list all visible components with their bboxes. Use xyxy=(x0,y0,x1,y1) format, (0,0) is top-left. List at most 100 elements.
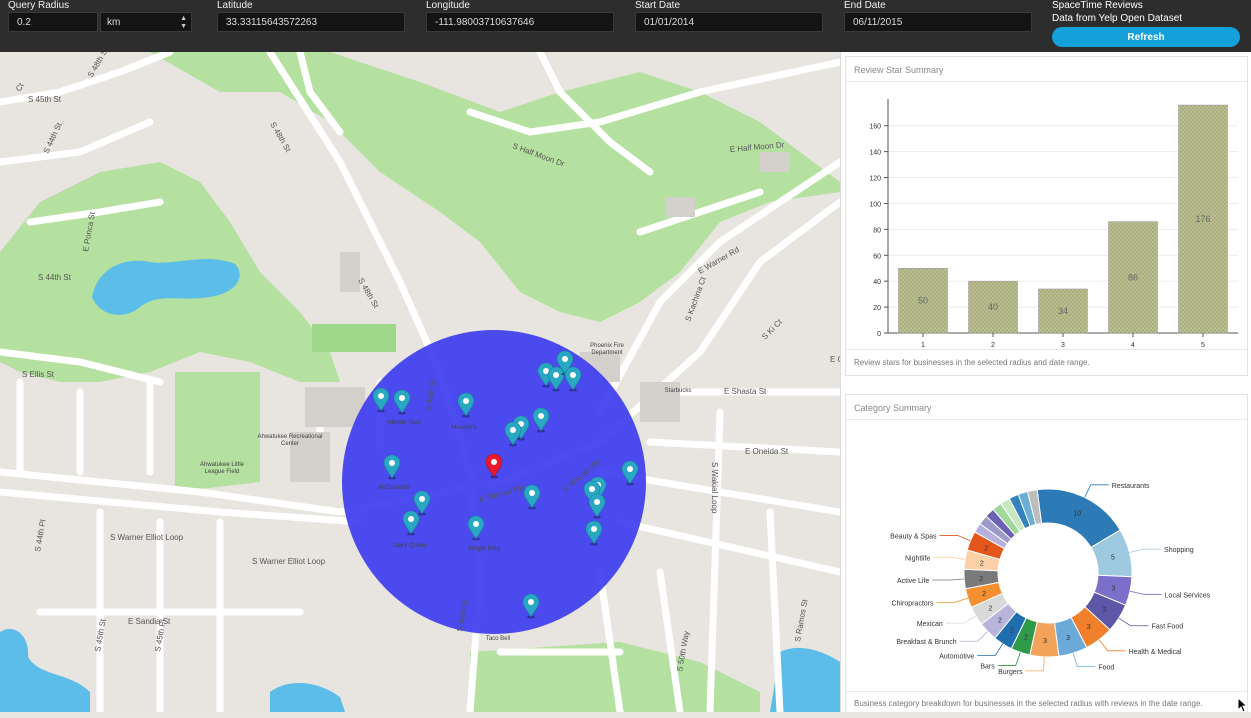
slice-leader-line xyxy=(933,556,966,560)
lake-south-2 xyxy=(270,682,345,712)
card-divider xyxy=(846,419,1247,420)
longitude-label: Longitude xyxy=(426,0,470,11)
road-label: S 44th Pl xyxy=(33,519,48,553)
slice-value-label: 2 xyxy=(980,560,984,567)
road-label: S Ellis St xyxy=(22,370,55,379)
y-tick-label: 60 xyxy=(873,253,881,260)
slice-leader-line xyxy=(1025,656,1045,672)
slice-name-label: Mexican xyxy=(917,621,943,628)
map-canvas[interactable]: S 48th StS 45th StS 44th StE Ponca StS 4… xyxy=(0,52,840,712)
x-tick-label: 3 xyxy=(1061,342,1065,347)
category-summary-title: Category Summary xyxy=(854,403,932,413)
query-radius-input[interactable]: 0.2 xyxy=(8,12,98,32)
slice-leader-line xyxy=(1084,484,1109,498)
slice-leader-line xyxy=(1129,548,1162,553)
end-date-label: End Date xyxy=(844,0,886,11)
slice-name-label: Health & Medical xyxy=(1129,649,1182,656)
slice-name-label: Automotive xyxy=(939,654,974,661)
poi-label: Macayo's xyxy=(451,425,476,431)
map-view[interactable]: S 48th St S 45th St S 44th St E Ponca St S 4… xyxy=(0,52,840,712)
slice-leader-line xyxy=(1129,590,1162,595)
category-summary-caption: Business category breakdown for business… xyxy=(854,699,1203,708)
lake-south xyxy=(0,628,90,712)
app-subtitle: Data from Yelp Open Dataset xyxy=(1052,13,1183,24)
bar-value-label: 40 xyxy=(988,302,998,312)
category-summary-card: Category Summary 10 Restaurants 5 Shopping 3… xyxy=(845,394,1248,712)
review-star-chart: 0204060801001201401605014023438641765 xyxy=(869,99,1238,347)
slice-leader-line xyxy=(1118,617,1149,627)
card-divider xyxy=(846,349,1247,350)
slice-value-label: 3 xyxy=(1111,586,1115,593)
refresh-button[interactable]: Refresh xyxy=(1052,27,1240,47)
slice-name-label: Fast Food xyxy=(1152,624,1184,631)
top-toolbar: Query Radius 0.2 km ▲ ▼ Latitude 33.33115… xyxy=(0,0,1251,52)
road-label: S Kachina Ct xyxy=(683,275,708,323)
road-label: S 45th St xyxy=(93,618,108,653)
x-tick-label: 5 xyxy=(1201,342,1205,347)
slice-leader-line xyxy=(945,615,977,624)
road-label: S Ki Ct xyxy=(760,317,785,342)
poi-label: Starbucks xyxy=(665,388,692,394)
poi-label: Phoenix Fire Department xyxy=(590,343,624,356)
y-tick-label: 0 xyxy=(877,331,881,338)
slice-value-label: 3 xyxy=(1043,638,1047,645)
start-date-input[interactable]: 01/01/2014 xyxy=(635,12,823,32)
slice-value-label: 2 xyxy=(984,545,988,552)
poi-label: Dairy Queen xyxy=(393,543,427,549)
road-label: E Shasta St xyxy=(724,387,767,396)
sports-field xyxy=(312,324,396,352)
x-tick-label: 4 xyxy=(1131,342,1135,347)
road-label: E Oneida St xyxy=(745,447,789,456)
slice-value-label: 2 xyxy=(979,576,983,583)
slice-value-label: 2 xyxy=(998,618,1002,625)
slice-name-label: Active Life xyxy=(897,578,929,585)
app-title: SpaceTime Reviews xyxy=(1052,0,1143,11)
x-tick-label: 2 xyxy=(991,342,995,347)
slice-value-label: 5 xyxy=(1111,555,1115,562)
slice-name-label: Nightlife xyxy=(905,555,930,562)
slice-value-label: 3 xyxy=(1103,607,1107,614)
latitude-input[interactable]: 33.33115643572263 xyxy=(217,12,405,32)
longitude-input[interactable]: -111.98003710637646 xyxy=(426,12,614,32)
road-label: E Ct xyxy=(830,355,840,364)
poi-label: Taco Bell xyxy=(486,636,510,642)
card-divider xyxy=(846,691,1247,692)
slice-value-label: 2 xyxy=(982,591,986,598)
select-arrows-icon: ▲ ▼ xyxy=(180,15,187,30)
road-label: S 45th St xyxy=(28,95,62,104)
y-tick-label: 40 xyxy=(873,279,881,286)
slice-value-label: 10 xyxy=(1073,511,1081,518)
poi-label: Ahwatukee Little League Field xyxy=(200,462,245,475)
slice-leader-line xyxy=(997,652,1021,666)
slice-name-label: Chiropractors xyxy=(891,600,934,607)
slice-name-label: Burgers xyxy=(998,669,1023,676)
bar-value-label: 86 xyxy=(1128,272,1138,282)
category-donut-chart: 10 Restaurants 5 Shopping 3 Local Services 3 Fa… xyxy=(890,483,1210,676)
summary-panel: Review Star Summary 0 20 40 60 80 100 120 140 16… xyxy=(840,52,1251,712)
slice-value-label: 2 xyxy=(988,605,992,612)
unit-select-value: km xyxy=(107,17,121,28)
review-star-summary-card: Review Star Summary 0 20 40 60 80 100 120 140 16… xyxy=(845,56,1248,376)
unit-select[interactable]: km ▲ ▼ xyxy=(100,12,192,32)
slice-name-label: Restaurants xyxy=(1112,483,1150,490)
road-label: S 48th St xyxy=(356,277,381,311)
slice-leader-line xyxy=(1098,639,1126,652)
slice-leader-line xyxy=(932,578,965,581)
latitude-label: Latitude xyxy=(217,0,253,11)
poi-label: Burger King xyxy=(468,546,500,552)
end-date-input[interactable]: 06/11/2015 xyxy=(844,12,1032,32)
road-label: S 48th St xyxy=(268,121,293,155)
slice-name-label: Shopping xyxy=(1164,547,1194,554)
slice-leader-line xyxy=(936,597,968,603)
slice-name-label: Beauty & Spas xyxy=(890,533,937,540)
slice-name-label: Bars xyxy=(980,664,995,671)
road-label: Ct xyxy=(14,81,26,93)
slice-value-label: 3 xyxy=(1066,635,1070,642)
card-divider xyxy=(846,81,1247,82)
slice-name-label: Food xyxy=(1098,664,1114,671)
slice-leader-line xyxy=(977,643,1004,657)
y-tick-label: 120 xyxy=(869,176,881,183)
review-star-summary-caption: Review stars for businesses in the selec… xyxy=(854,358,1090,367)
road-label: S Ramos St xyxy=(793,598,809,642)
road-label: S 44th St xyxy=(38,273,72,282)
